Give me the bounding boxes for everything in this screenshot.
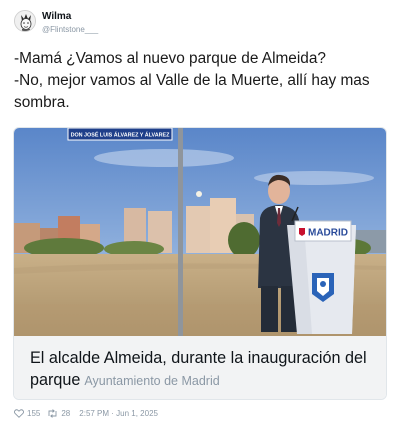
podium-label: MADRID [308,228,348,239]
card-photo: DON JOSÉ LUIS ÁLVAREZ Y ÁLVAREZ MADRID [14,128,386,336]
tweet-line: -No, mejor vamos al Valle de la Muerte, … [14,72,370,89]
avatar[interactable] [14,10,36,32]
tweet-header: Wilma @Flintstone___ [14,10,386,36]
card-caption-box: El alcalde Almeida, durante la inaugurac… [14,336,386,399]
card-source: Ayuntamiento de Madrid [84,374,220,388]
like-count: 155 [27,408,41,418]
link-card[interactable]: DON JOSÉ LUIS ÁLVAREZ Y ÁLVAREZ MADRID E… [13,127,387,400]
timestamp[interactable]: 2:57 PM · Jun 1, 2025 [79,409,158,418]
user-handle[interactable]: @Flintstone___ [42,24,98,36]
display-name[interactable]: Wilma [42,11,98,23]
tweet-text: -Mamá ¿Vamos al nuevo parque de Almeida?… [14,48,386,114]
retweet-button[interactable]: 28 [47,409,70,418]
tweet-footer: 155 28 2:57 PM · Jun 1, 2025 [14,406,386,420]
card-caption[interactable]: El alcalde Almeida, durante la inaugurac… [30,347,386,392]
heart-icon [14,408,24,418]
avatar-icon [15,11,35,31]
author-block: Wilma @Flintstone___ [42,11,98,36]
like-button[interactable]: 155 [14,409,40,418]
retweet-icon [48,408,57,418]
street-sign-text: DON JOSÉ LUIS ÁLVAREZ Y ÁLVAREZ [71,131,171,139]
retweet-count: 28 [61,408,71,418]
tweet-line: -Mamá ¿Vamos al nuevo parque de Almeida? [14,50,326,67]
tweet-line: sombra. [14,94,70,111]
